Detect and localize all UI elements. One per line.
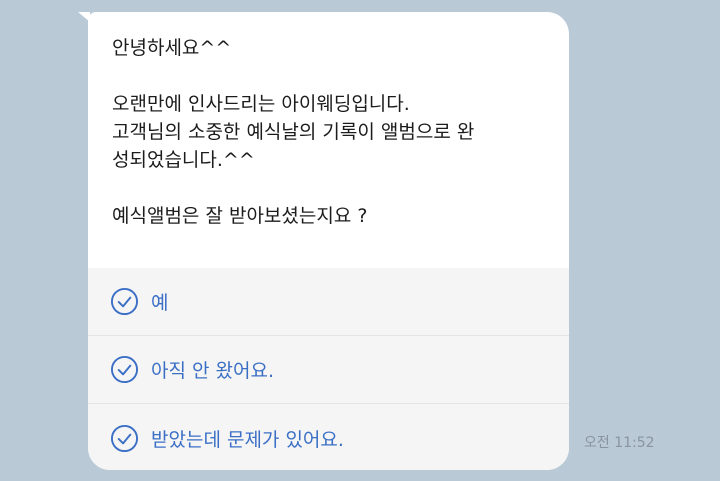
option-problem-button[interactable]: 받았는데 문제가 있어요. [88, 404, 569, 470]
check-circle-icon [110, 424, 139, 452]
option-label: 아직 안 왔어요. [151, 360, 274, 382]
reply-options: 예 아직 안 왔어요. 받았는데 문제가 있어요. [88, 268, 569, 470]
message-line-blank [112, 174, 552, 202]
check-circle-icon [110, 355, 139, 384]
message-line: 안녕하세요^^ [112, 37, 232, 59]
option-label: 예 [151, 292, 169, 314]
message-line-blank [112, 62, 552, 90]
option-not-yet-button[interactable]: 아직 안 왔어요. [88, 336, 569, 404]
message-text: 안녕하세요^^ 오랜만에 인사드리는 아이웨딩입니다. 고객님의 소중한 예식날… [112, 34, 552, 230]
option-label: 받았는데 문제가 있어요. [151, 428, 344, 451]
message-line: 예식앨범은 잘 받아보셨는지요 ? [112, 205, 368, 227]
check-circle-icon [110, 287, 139, 316]
message-line: 오랜만에 인사드리는 아이웨딩입니다. [112, 93, 410, 115]
message-line: 성되었습니다.^^ [112, 149, 255, 171]
message-timestamp: 오전 11:52 [584, 435, 655, 451]
message-line: 고객님의 소중한 예식날의 기록이 앨범으로 완 [112, 121, 475, 143]
option-yes-button[interactable]: 예 [88, 268, 569, 336]
message-bubble: 안녕하세요^^ 오랜만에 인사드리는 아이웨딩입니다. 고객님의 소중한 예식날… [88, 12, 569, 470]
